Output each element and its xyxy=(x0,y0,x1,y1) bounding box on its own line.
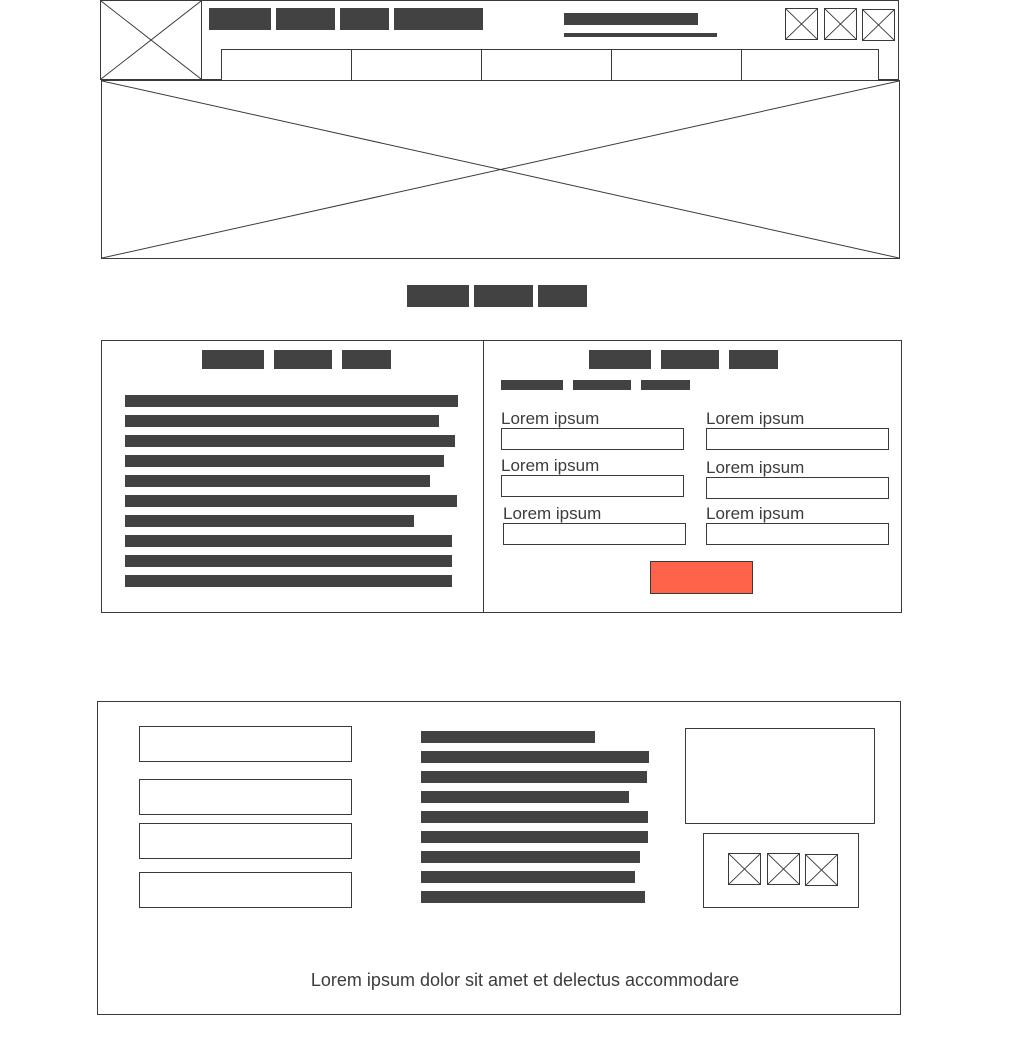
form-heading-block-1 xyxy=(589,350,651,369)
form-subheading-bar-3 xyxy=(641,380,690,390)
footer-input-1[interactable] xyxy=(139,726,352,762)
text-line xyxy=(125,415,439,427)
nav-tab-2[interactable] xyxy=(352,50,482,80)
footer-input-3[interactable] xyxy=(139,823,352,859)
text-line xyxy=(125,575,452,587)
header-title-block-2 xyxy=(276,8,335,30)
text-line xyxy=(421,891,645,903)
form-field-label: Lorem ipsum xyxy=(706,504,805,523)
text-line xyxy=(125,455,444,467)
form-text-input[interactable] xyxy=(501,475,684,497)
form-field-label: Lorem ipsum xyxy=(501,456,600,475)
left-panel-heading-block-2 xyxy=(274,350,332,369)
form-text-input[interactable] xyxy=(706,428,889,450)
header-utility-icon-2[interactable] xyxy=(824,8,857,40)
text-line xyxy=(125,535,452,547)
text-line xyxy=(125,555,452,567)
text-line xyxy=(421,751,649,763)
footer-social-icon-1[interactable] xyxy=(728,853,761,885)
text-line xyxy=(421,871,635,883)
footer-caption: Lorem ipsum dolor sit amet et delectus a… xyxy=(310,970,740,990)
text-line xyxy=(125,475,430,487)
footer-media-box xyxy=(685,728,875,824)
footer-input-4[interactable] xyxy=(139,872,352,908)
text-line xyxy=(421,771,647,783)
form-field-label: Lorem ipsum xyxy=(706,409,805,428)
header-utility-icon-1[interactable] xyxy=(785,8,818,40)
text-line xyxy=(421,731,595,743)
text-line xyxy=(125,515,414,527)
form-heading-block-2 xyxy=(661,350,719,369)
form-subheading-bar-2 xyxy=(573,380,631,390)
submit-button[interactable] xyxy=(650,561,753,594)
nav-tab-bar xyxy=(221,49,879,80)
footer-social-icon-2[interactable] xyxy=(767,853,800,885)
text-line xyxy=(125,435,455,447)
form-subheading-bar-1 xyxy=(501,380,563,390)
nav-tab-1[interactable] xyxy=(222,50,352,80)
text-line xyxy=(125,495,457,507)
footer-social-icon-3[interactable] xyxy=(805,854,838,886)
form-text-input[interactable] xyxy=(501,428,684,450)
section-heading-block-1 xyxy=(407,285,469,307)
header-title-block-4 xyxy=(394,8,483,30)
text-line xyxy=(421,791,629,803)
text-line xyxy=(421,851,640,863)
form-text-input[interactable] xyxy=(706,477,889,499)
form-field-label: Lorem ipsum xyxy=(503,504,602,523)
form-field-label: Lorem ipsum xyxy=(706,458,805,477)
nav-tab-3[interactable] xyxy=(482,50,612,80)
left-panel-heading-block-3 xyxy=(342,350,391,369)
form-text-input[interactable] xyxy=(706,523,889,545)
footer-input-2[interactable] xyxy=(139,779,352,815)
form-text-input[interactable] xyxy=(503,523,686,545)
text-line xyxy=(125,395,458,407)
nav-tab-4[interactable] xyxy=(612,50,742,80)
logo-placeholder-icon[interactable] xyxy=(100,0,202,80)
section-heading-block-2 xyxy=(474,285,533,307)
form-heading-block-3 xyxy=(729,350,778,369)
header-utility-icon-3[interactable] xyxy=(862,9,895,41)
nav-tab-5[interactable] xyxy=(742,50,879,80)
section-heading-block-3 xyxy=(538,285,587,307)
text-line xyxy=(421,811,648,823)
header-tagline-bar-1 xyxy=(564,13,698,25)
hero-image-placeholder-icon xyxy=(101,80,900,259)
header-title-block-1 xyxy=(209,8,271,30)
header-tagline-bar-2 xyxy=(564,33,717,37)
form-field-label: Lorem ipsum xyxy=(501,409,600,428)
header-title-block-3 xyxy=(340,8,389,30)
left-panel-heading-block-1 xyxy=(202,350,264,369)
text-line xyxy=(421,831,648,843)
